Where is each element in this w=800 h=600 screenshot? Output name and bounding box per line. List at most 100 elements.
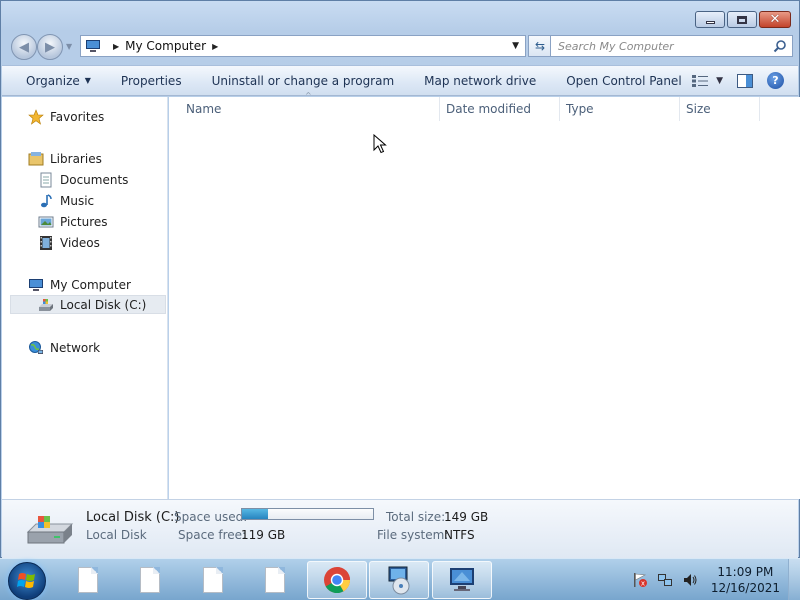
refresh-icon: ⇆	[534, 39, 546, 53]
properties-button[interactable]: Properties	[103, 66, 194, 95]
nav-item-label: My Computer	[50, 277, 131, 292]
nav-item-label: Music	[60, 193, 95, 208]
close-button[interactable]: ✕	[759, 11, 791, 28]
close-icon: ✕	[769, 12, 781, 27]
taskbar: x 11:09 PM 12/16/2021	[0, 558, 800, 600]
breadcrumb-separator-icon[interactable]: ▶	[212, 42, 218, 51]
chevron-down-icon: ▼	[84, 76, 91, 85]
nav-item-label: Local Disk (C:)	[60, 297, 147, 312]
media-disc-icon	[388, 566, 410, 595]
maximize-button[interactable]	[727, 11, 757, 28]
space-used-bar	[241, 508, 374, 520]
column-header-date-modified[interactable]: Date modified	[440, 97, 560, 121]
search-box[interactable]	[550, 35, 793, 57]
action-center-flag-icon[interactable]: x	[632, 572, 648, 588]
space-used-label: Space used:	[174, 510, 248, 524]
taskbar-item-chrome[interactable]	[307, 561, 367, 599]
libraries-icon	[28, 151, 44, 167]
music-icon	[38, 193, 54, 209]
system-tray: x 11:09 PM 12/16/2021	[632, 559, 800, 600]
forward-button[interactable]: ▶	[37, 34, 63, 60]
clock[interactable]: 11:09 PM 12/16/2021	[711, 564, 780, 596]
taskbar-item-media-player[interactable]	[369, 561, 429, 599]
map-network-drive-button[interactable]: Map network drive	[406, 66, 548, 95]
help-icon[interactable]: ?	[767, 72, 784, 89]
document-icon	[265, 567, 285, 593]
file-list[interactable]: ^ Name Date modified Type Size	[169, 91, 800, 499]
organize-button[interactable]: Organize ▼	[2, 66, 103, 95]
open-control-panel-button[interactable]: Open Control Panel	[548, 66, 693, 95]
nav-item-my-computer[interactable]: My Computer	[28, 275, 131, 294]
space-free-value: 119 GB	[241, 528, 286, 542]
document-icon	[78, 567, 98, 593]
videos-icon	[38, 235, 54, 251]
address-bar[interactable]: ▶ My Computer ▶ ▼	[80, 35, 526, 57]
explorer-window: ✕ ◀ ▶ ▼ ▶ My Computer ▶ ▼ ⇆ Organ	[0, 0, 800, 559]
details-title: Local Disk (C:)	[86, 510, 180, 525]
maximize-icon	[737, 15, 747, 24]
search-input[interactable]	[558, 39, 758, 53]
breadcrumb-my-computer[interactable]: My Computer	[125, 39, 206, 53]
network-icon	[28, 340, 44, 356]
preview-pane-icon[interactable]	[737, 73, 753, 88]
command-bar: Organize ▼ Properties Uninstall or chang…	[2, 65, 798, 96]
nav-item-pictures[interactable]: Pictures	[38, 212, 108, 231]
windows-logo-icon	[17, 573, 35, 588]
nav-item-label: Videos	[60, 235, 100, 250]
documents-icon	[38, 172, 54, 188]
window-controls: ✕	[695, 11, 791, 28]
file-system-value: NTFS	[444, 528, 475, 542]
file-system-label: File system:	[377, 528, 449, 542]
document-icon	[140, 567, 160, 593]
drive-icon	[38, 297, 54, 313]
nav-item-label: Network	[50, 340, 101, 355]
details-subtitle: Local Disk	[86, 528, 147, 542]
taskbar-item-document-4[interactable]	[245, 561, 305, 599]
clock-time: 11:09 PM	[717, 565, 774, 579]
show-desktop-button[interactable]	[788, 559, 800, 600]
nav-item-label: Libraries	[50, 151, 102, 166]
nav-item-documents[interactable]: Documents	[38, 170, 128, 189]
nav-item-libraries[interactable]: Libraries	[28, 149, 102, 168]
column-header-type[interactable]: Type	[560, 97, 680, 121]
recent-pages-dropdown[interactable]: ▼	[66, 42, 72, 51]
details-pane: Local Disk (C:) Local Disk Space used: T…	[2, 499, 798, 559]
space-used-fill	[242, 509, 269, 519]
star-icon	[28, 108, 44, 125]
breadcrumb-separator-icon[interactable]: ▶	[113, 42, 119, 51]
address-dropdown-icon[interactable]: ▼	[512, 41, 519, 51]
navigation-pane: Favorites Libraries Documents Music Pict…	[2, 97, 168, 499]
computer-icon	[28, 277, 44, 293]
taskbar-item-document-1[interactable]	[58, 561, 118, 599]
back-button[interactable]: ◀	[11, 34, 37, 60]
nav-item-local-disk[interactable]: Local Disk (C:)	[10, 295, 166, 314]
document-icon	[203, 567, 223, 593]
search-icon[interactable]	[773, 39, 787, 53]
nav-item-label: Favorites	[50, 109, 105, 124]
volume-icon[interactable]	[682, 572, 698, 588]
computer-icon	[450, 568, 474, 591]
mouse-cursor-icon	[373, 134, 387, 154]
nav-item-music[interactable]: Music	[38, 191, 94, 210]
taskbar-item-document-2[interactable]	[120, 561, 180, 599]
change-view-icon[interactable]	[692, 74, 709, 87]
taskbar-item-document-3[interactable]	[183, 561, 243, 599]
network-status-icon[interactable]	[657, 572, 673, 588]
minimize-button[interactable]	[695, 11, 725, 28]
column-header-size[interactable]: Size	[680, 97, 760, 121]
minimize-icon	[705, 21, 715, 24]
nav-item-network[interactable]: Network	[28, 338, 100, 357]
column-header-name[interactable]: Name	[180, 97, 440, 121]
address-row: ◀ ▶ ▼ ▶ My Computer ▶ ▼ ⇆	[9, 34, 793, 60]
view-options-dropdown-icon[interactable]: ▼	[716, 76, 723, 86]
refresh-button[interactable]: ⇆	[528, 35, 552, 57]
nav-item-videos[interactable]: Videos	[38, 233, 100, 252]
nav-item-label: Pictures	[60, 214, 108, 229]
column-headers: ^ Name Date modified Type Size	[169, 91, 800, 121]
start-button[interactable]	[8, 562, 46, 600]
taskbar-item-explorer[interactable]	[432, 561, 492, 599]
uninstall-program-button[interactable]: Uninstall or change a program	[194, 66, 407, 95]
chrome-icon	[324, 567, 351, 594]
pictures-icon	[38, 214, 54, 230]
nav-item-favorites[interactable]: Favorites	[28, 107, 104, 126]
